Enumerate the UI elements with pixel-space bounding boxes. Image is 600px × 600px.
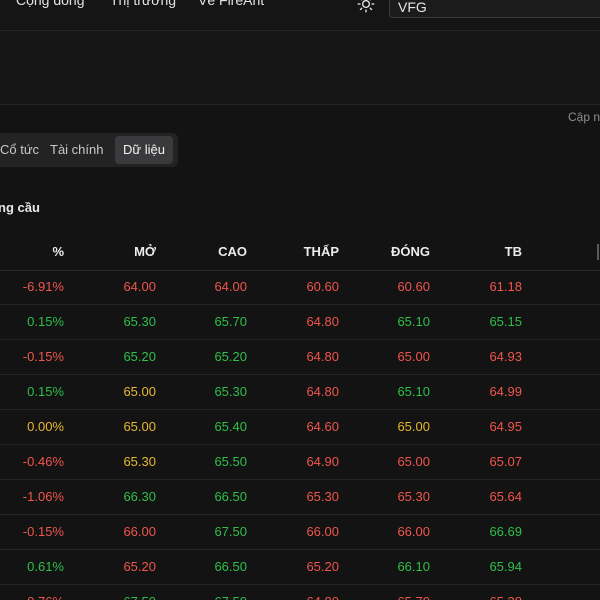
cell-close: 65.70	[350, 585, 430, 600]
header-average[interactable]: TB	[440, 234, 522, 270]
cell-percent: -0.15%	[22, 349, 64, 364]
cell-average: 64.93	[489, 349, 522, 364]
cell-low: 64.80	[262, 585, 339, 600]
cell-close: 66.10	[397, 559, 430, 574]
table-row[interactable]: 0.00% 65.00 65.40 64.60 65.00 64.95	[0, 410, 600, 445]
cell-high: 66.50	[214, 559, 247, 574]
cell-open: 67.50	[80, 585, 156, 600]
cell-average: 65.64	[489, 489, 522, 504]
cell-low: 64.60	[306, 419, 339, 434]
cell-open: 65.20	[123, 349, 156, 364]
cell-high: 65.50	[214, 454, 247, 469]
nav-about[interactable]: Về FireAnt	[198, 0, 264, 8]
cell-low: 65.30	[306, 489, 339, 504]
cell-high: 67.50	[214, 524, 247, 539]
table-header: % MỞ CAO THẤP ĐÓNG TB	[0, 234, 600, 271]
cell-low: 60.60	[306, 279, 339, 294]
cell-high: 65.20	[214, 349, 247, 364]
cell-open: 65.30	[123, 314, 156, 329]
tab-dividends[interactable]: Cổ tức	[0, 136, 47, 164]
nav-market[interactable]: Thị trường	[110, 0, 176, 8]
cell-average: 64.99	[489, 384, 522, 399]
table-row[interactable]: -6.91% 64.00 64.00 60.60 60.60 61.18	[0, 270, 600, 305]
cell-close: 65.00	[397, 349, 430, 364]
cell-high: 65.40	[214, 419, 247, 434]
cell-close: 65.10	[397, 384, 430, 399]
cell-close: 60.60	[397, 279, 430, 294]
table-body: -6.91% 64.00 64.00 60.60 60.60 61.18 0.15% 65.3…	[0, 270, 600, 600]
cell-close: 65.00	[397, 419, 430, 434]
table-row[interactable]: 0.15% 65.30 65.70 64.80 65.10 65.15	[0, 305, 600, 340]
cell-percent: -0.76%	[0, 585, 64, 600]
top-nav: Cộng đồng Thị trường Về FireAnt VFG	[0, 0, 600, 31]
header-high[interactable]: CAO	[170, 234, 247, 270]
nav-community[interactable]: Cộng đồng	[16, 0, 85, 8]
header-low[interactable]: THẤP	[262, 234, 339, 270]
tab-finance[interactable]: Tài chính	[42, 136, 111, 164]
cell-open: 65.00	[123, 419, 156, 434]
cell-average: 64.95	[489, 419, 522, 434]
search-input[interactable]: VFG	[389, 0, 600, 18]
cell-percent: 0.00%	[27, 419, 64, 434]
column-divider	[597, 244, 599, 260]
cell-percent: -0.46%	[22, 454, 64, 469]
cell-high: 65.70	[214, 314, 247, 329]
table-row[interactable]: -0.15% 65.20 65.20 64.80 65.00 64.93	[0, 340, 600, 375]
cell-high: 66.50	[214, 489, 247, 504]
table-row[interactable]: -0.76% 67.50 67.50 64.80 65.70 65.38	[0, 585, 600, 600]
app-page: Cộng đồng Thị trường Về FireAnt VFG Cập …	[0, 0, 600, 600]
cell-open: 66.30	[123, 489, 156, 504]
cell-open: 65.00	[123, 384, 156, 399]
cell-average: 65.94	[489, 559, 522, 574]
tab-data[interactable]: Dữ liệu	[115, 136, 173, 164]
cell-percent: 0.61%	[27, 559, 64, 574]
table-row[interactable]: -0.15% 66.00 67.50 66.00 66.00 66.69	[0, 515, 600, 550]
cell-low: 65.20	[306, 559, 339, 574]
table-row[interactable]: -0.46% 65.30 65.50 64.90 65.00 65.07	[0, 445, 600, 480]
cell-percent: 0.15%	[27, 384, 64, 399]
cell-low: 64.80	[306, 384, 339, 399]
cell-high: 65.30	[214, 384, 247, 399]
tab-bar: Cổ tức Tài chính Dữ liệu	[0, 133, 178, 167]
cell-open: 66.00	[123, 524, 156, 539]
table-row[interactable]: 0.15% 65.00 65.30 64.80 65.10 64.99	[0, 375, 600, 410]
cell-low: 64.80	[306, 349, 339, 364]
cell-percent: -0.15%	[22, 524, 64, 539]
cell-low: 64.90	[306, 454, 339, 469]
section-title: ng cầu	[0, 200, 40, 215]
cell-open: 64.00	[123, 279, 156, 294]
cell-high: 67.50	[170, 585, 247, 600]
cell-percent: 0.15%	[27, 314, 64, 329]
sun-icon[interactable]	[357, 0, 375, 13]
table-row[interactable]: 0.61% 65.20 66.50 65.20 66.10 65.94	[0, 550, 600, 585]
cell-close: 65.10	[397, 314, 430, 329]
cell-open: 65.30	[123, 454, 156, 469]
cell-high: 64.00	[214, 279, 247, 294]
cell-percent: -6.91%	[22, 279, 64, 294]
cell-low: 64.80	[306, 314, 339, 329]
cell-average: 65.07	[489, 454, 522, 469]
cell-low: 66.00	[306, 524, 339, 539]
updated-label: Cập n	[568, 110, 600, 124]
cell-close: 66.00	[397, 524, 430, 539]
header-area	[0, 31, 600, 105]
cell-close: 65.30	[397, 489, 430, 504]
cell-average: 66.69	[489, 524, 522, 539]
cell-open: 65.20	[123, 559, 156, 574]
header-open[interactable]: MỞ	[80, 234, 156, 270]
header-percent[interactable]: %	[0, 234, 64, 270]
table-row[interactable]: -1.06% 66.30 66.50 65.30 65.30 65.64	[0, 480, 600, 515]
header-close[interactable]: ĐÓNG	[350, 234, 430, 270]
cell-average: 65.38	[440, 585, 522, 600]
cell-average: 65.15	[489, 314, 522, 329]
cell-close: 65.00	[397, 454, 430, 469]
cell-percent: -1.06%	[22, 489, 64, 504]
cell-average: 61.18	[489, 279, 522, 294]
